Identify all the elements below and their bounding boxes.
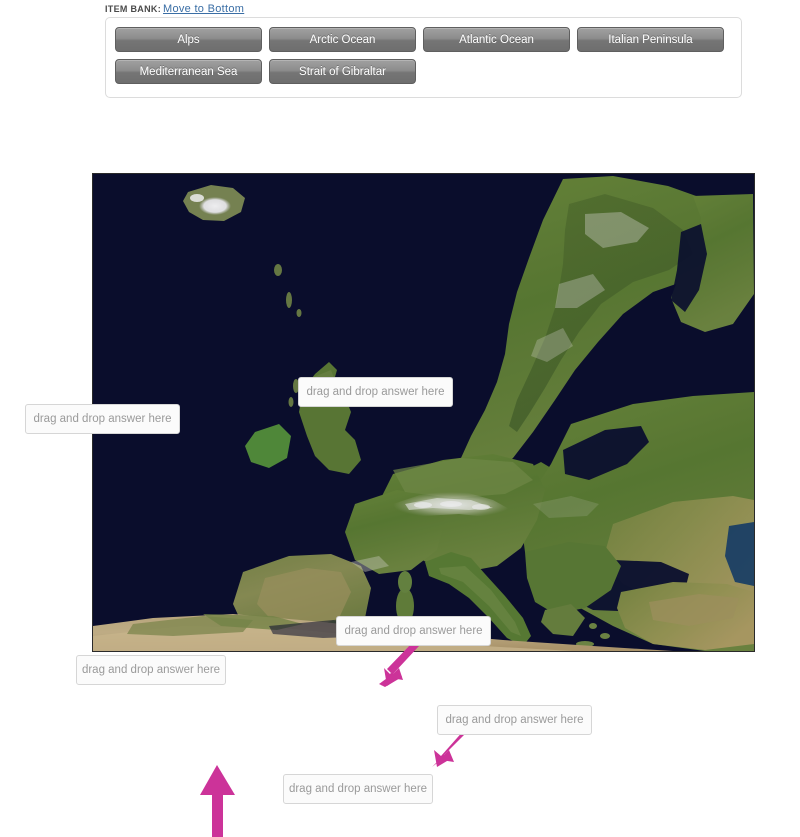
bank-item-mediterranean-sea[interactable]: Mediterranean Sea [115, 59, 262, 84]
bank-item-arctic-ocean[interactable]: Arctic Ocean [269, 27, 416, 52]
strait-of-gibraltar-pointer-arrow [200, 765, 235, 837]
bank-item-strait-of-gibraltar[interactable]: Strait of Gibraltar [269, 59, 416, 84]
drop-target-arctic-ocean[interactable]: drag and drop answer here [298, 377, 453, 407]
move-to-bottom-link[interactable]: Move to Bottom [163, 3, 244, 15]
drop-target-atlantic-ocean[interactable]: drag and drop answer here [25, 404, 180, 434]
bank-item-atlantic-ocean[interactable]: Atlantic Ocean [423, 27, 570, 52]
italian-peninsula-pointer-arrow [432, 729, 468, 767]
item-bank-list: Alps Arctic Ocean Atlantic Ocean Italian… [115, 27, 735, 84]
drop-target-alps[interactable]: drag and drop answer here [336, 616, 491, 646]
item-bank-label: ITEM BANK: [105, 4, 161, 14]
map-terrain [93, 174, 754, 651]
item-bank-panel: Alps Arctic Ocean Atlantic Ocean Italian… [105, 17, 742, 98]
drop-target-mediterranean-sea[interactable]: drag and drop answer here [283, 774, 433, 804]
bank-item-alps[interactable]: Alps [115, 27, 262, 52]
satellite-map-of-europe [92, 173, 755, 652]
drop-target-strait-of-gibraltar[interactable]: drag and drop answer here [76, 655, 226, 685]
map-figure: drag and drop answer here drag and drop … [92, 173, 755, 837]
item-bank-header: ITEM BANK: Move to Bottom [105, 3, 244, 15]
bank-item-italian-peninsula[interactable]: Italian Peninsula [577, 27, 724, 52]
drop-target-italian-peninsula[interactable]: drag and drop answer here [437, 705, 592, 735]
